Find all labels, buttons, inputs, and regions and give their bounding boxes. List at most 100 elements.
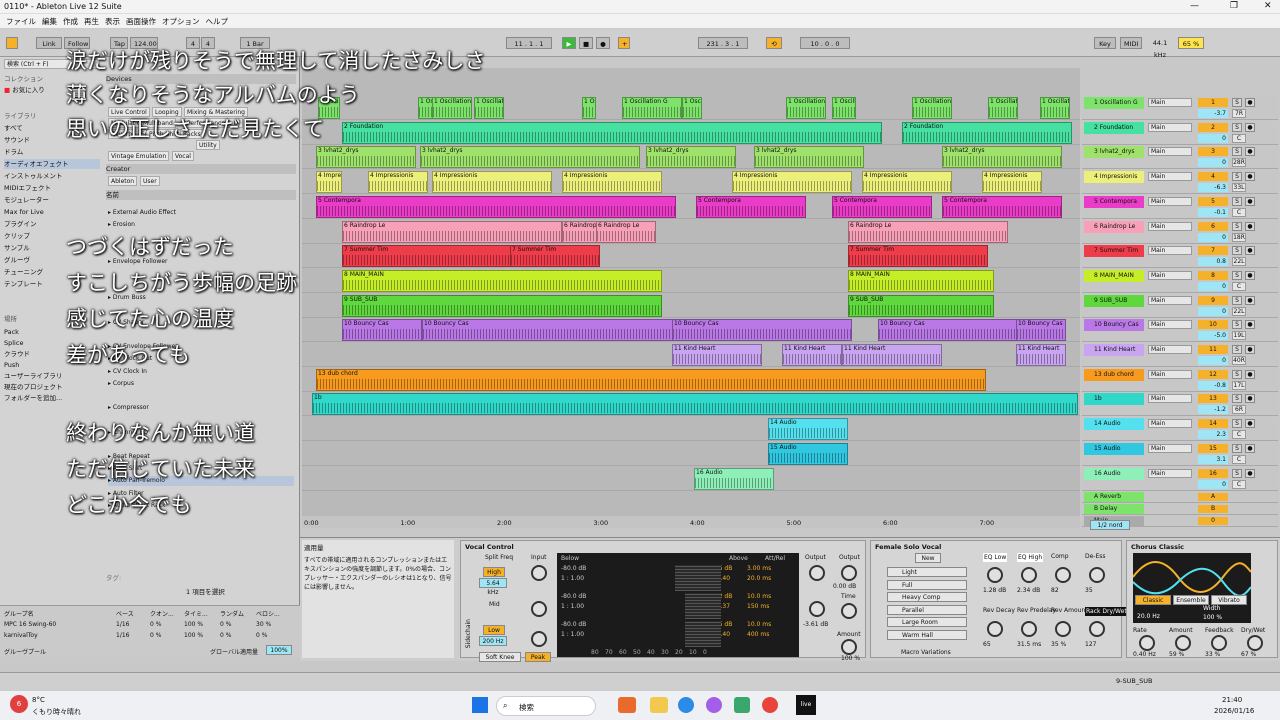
track-lane[interactable]: 4 Impressionis 4 Impressionis 4 Impression… (302, 170, 1080, 195)
chorus-mode-button[interactable]: Ensemble (1173, 595, 1209, 605)
arm-button[interactable]: ● (1245, 246, 1255, 256)
track-header[interactable]: 8 MAIN_MAIN Main 8 S ● 0 C (1082, 268, 1278, 293)
library-item[interactable]: インストゥルメント (4, 171, 100, 181)
track-header[interactable]: 5 Contempora Main 5 S ● -0.1 C (1082, 194, 1278, 219)
track-name[interactable]: 4 Impressionis (1084, 171, 1144, 184)
band-display[interactable]: Below Above Att/Rel -80.0 dB1 : 1.00-27.… (557, 553, 799, 657)
clip[interactable]: 1 Oscillation G (682, 97, 702, 119)
track-activator[interactable]: 6 (1198, 221, 1228, 231)
track-output-select[interactable]: Main (1148, 98, 1192, 107)
track-lane[interactable]: 15 Audio (302, 442, 1080, 466)
arm-button[interactable]: ● (1245, 172, 1255, 182)
solo-button[interactable]: S (1232, 443, 1242, 453)
clip[interactable]: 4 Impressionis (982, 171, 1042, 194)
track-name[interactable]: 7 Summer Tim (1084, 245, 1144, 258)
library-item[interactable]: モジュレーター (4, 195, 100, 205)
clip[interactable]: 3 lvhat2_drys (420, 146, 640, 169)
groove-cell[interactable]: 0 % (220, 621, 231, 628)
time-ruler[interactable]: 0:00 1:00 2:00 3:00 4:00 5:00 6:00 7:00 (302, 516, 1080, 528)
band-value[interactable]: -80.0 dB (561, 565, 586, 572)
output-high-knob[interactable] (809, 565, 825, 581)
track-pan[interactable]: C (1232, 430, 1246, 440)
track-output-select[interactable]: Main (1148, 369, 1192, 379)
library-item[interactable]: Max for Live (4, 207, 100, 217)
time-knob[interactable] (841, 603, 857, 619)
track-header[interactable]: 14 Audio Main 14 S ● 2.3 C (1082, 417, 1278, 442)
track-lane[interactable]: 11 Kind Heart 11 Kind Heart 11 Kind Heart 1… (302, 343, 1080, 367)
input-low-knob[interactable] (531, 631, 547, 647)
solo-button[interactable]: S (1232, 295, 1242, 305)
return-track-header[interactable]: B Delay B (1082, 503, 1278, 516)
place-item[interactable]: ユーザーライブラリ (4, 371, 62, 381)
macro-knob[interactable] (1089, 621, 1105, 637)
track-name[interactable]: 6 Raindrop Le (1084, 220, 1144, 233)
track-output-select[interactable]: Main (1148, 345, 1192, 354)
solo-button[interactable]: S (1232, 369, 1242, 379)
track-volume[interactable]: 3.1 (1198, 454, 1228, 464)
chorus-knob[interactable] (1175, 635, 1191, 651)
clip[interactable]: 1b (312, 393, 1078, 416)
track-pan[interactable]: 22L (1232, 257, 1246, 267)
clip[interactable]: 7 Summer Tim (510, 245, 600, 268)
loop-start-field[interactable]: 231 . 3 . 1 (698, 37, 748, 49)
variation-item[interactable]: Light (887, 567, 967, 577)
track-output-select[interactable]: Main (1148, 270, 1192, 280)
clip[interactable]: 5 Contempora (316, 195, 676, 218)
arm-button[interactable]: ● (1245, 270, 1255, 280)
track-volume[interactable]: 0.8 (1198, 257, 1228, 267)
clip[interactable]: 10 Bouncy Cas (1016, 319, 1066, 342)
return-track-name[interactable]: B Delay (1084, 504, 1144, 515)
low-band-button[interactable]: Low (483, 625, 505, 635)
below-value[interactable]: 1 : 1.00 (561, 603, 584, 610)
clip[interactable]: 6 Raindrop Le (848, 220, 1008, 243)
clip[interactable]: 10 Bouncy Cas (878, 319, 1018, 342)
chorus-mode-button[interactable]: Vibrato (1211, 595, 1247, 605)
band-value[interactable]: 400 ms (747, 631, 769, 638)
track-output-select[interactable]: Main (1148, 295, 1192, 305)
close-icon[interactable]: ✕ (1264, 1, 1272, 11)
groove-cell[interactable]: 1/16 (116, 632, 129, 639)
track-header[interactable]: 6 Raindrop Le Main 6 S ● 0 18R (1082, 219, 1278, 244)
solo-button[interactable]: S (1232, 419, 1242, 429)
arm-button[interactable]: ● (1245, 221, 1255, 231)
track-name[interactable]: 11 Kind Heart (1084, 344, 1144, 356)
ableton-live-icon[interactable]: live (796, 695, 816, 715)
track-name[interactable]: 10 Bouncy Cas (1084, 319, 1144, 332)
track-activator[interactable]: 15 (1198, 443, 1228, 453)
track-activator[interactable]: 4 (1198, 172, 1228, 182)
clip[interactable]: 1 Oscillation G (786, 97, 826, 119)
clip[interactable]: 8 MAIN_MAIN (342, 269, 662, 292)
track-name[interactable]: 9 SUB_SUB (1084, 294, 1144, 307)
track-activator[interactable]: 8 (1198, 270, 1228, 280)
solo-button[interactable]: S (1232, 122, 1242, 132)
track-output-select[interactable]: Main (1148, 172, 1192, 182)
macro-knob[interactable] (987, 621, 1003, 637)
track-name[interactable]: 2 Foundation (1084, 121, 1144, 134)
track-name[interactable]: 8 MAIN_MAIN (1084, 269, 1144, 282)
arm-button[interactable]: ● (1245, 98, 1255, 107)
track-header[interactable]: 1 Oscillation G Main 1 S ● -3.7 7R (1082, 96, 1278, 120)
return-track-header[interactable]: A Reverb A (1082, 491, 1278, 504)
peak-button[interactable]: Peak (525, 652, 551, 662)
solo-button[interactable]: S (1232, 196, 1242, 206)
track-header[interactable]: 1b Main 13 S ● -1.2 6R (1082, 392, 1278, 417)
groove-cell[interactable]: 100 % (184, 632, 203, 639)
macro-knob[interactable] (1089, 567, 1105, 583)
input-mid-knob[interactable] (531, 601, 547, 617)
track-lane[interactable]: 8 MAIN_MAIN 8 MAIN_MAIN (302, 269, 1080, 293)
track-header[interactable]: 2 Foundation Main 2 S ● 0 C (1082, 120, 1278, 145)
chorus-knob[interactable] (1211, 635, 1227, 651)
arrangement-toggle[interactable] (6, 37, 18, 49)
arm-button[interactable]: ● (1245, 147, 1255, 157)
stop-icon[interactable]: ■ (579, 37, 593, 49)
track-lane[interactable]: 6 Raindrop Le 6 Raindrop Le 6 Raindrop Le 6… (302, 220, 1080, 244)
menu-item-4[interactable]: 表示 (105, 14, 120, 29)
track-lane[interactable]: 1 Oscillation G 1 Oscillation G 1 Oscillat… (302, 96, 1080, 120)
clip[interactable]: 1 Oscillation G (582, 97, 596, 119)
track-output-select[interactable]: Main (1148, 246, 1192, 256)
band-value[interactable]: 150 ms (747, 603, 769, 610)
macro-knob[interactable] (1055, 621, 1071, 637)
clip[interactable]: 3 lvhat2_drys (646, 146, 736, 169)
clip[interactable]: 11 Kind Heart (672, 344, 762, 366)
macro-knob[interactable] (1021, 621, 1037, 637)
